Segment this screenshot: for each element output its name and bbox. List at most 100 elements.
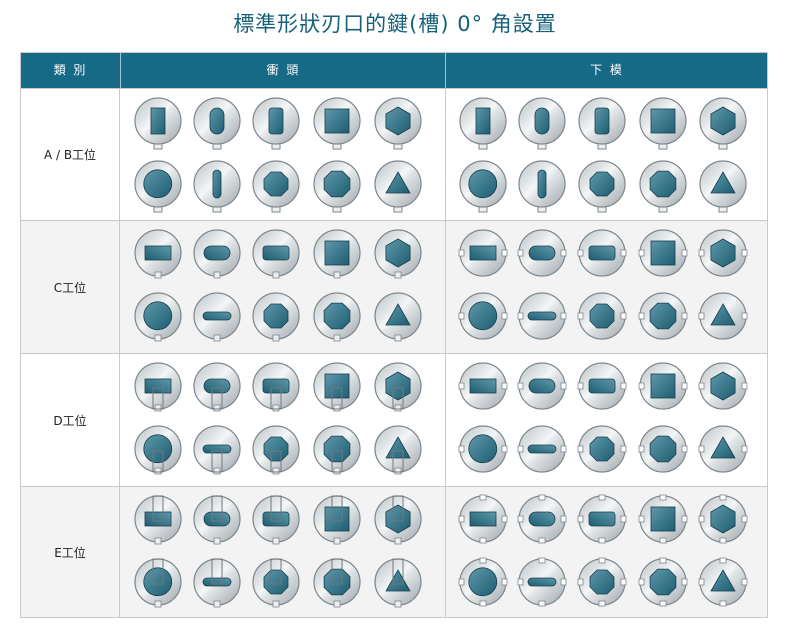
tool-punch bbox=[193, 292, 241, 342]
tool-shape-round-flat bbox=[468, 434, 498, 464]
tool-shape-rounded-rect bbox=[268, 107, 284, 135]
tool-punch bbox=[374, 160, 422, 213]
tool-punch bbox=[134, 229, 182, 279]
tool-die bbox=[577, 557, 627, 607]
tool-shape-square bbox=[324, 108, 350, 134]
tool-shape-rect bbox=[469, 378, 497, 394]
tool-shape-octagon bbox=[323, 435, 351, 463]
tool-punch bbox=[252, 558, 300, 608]
tool-shape-round-flat bbox=[143, 169, 173, 199]
tool-die bbox=[458, 292, 508, 340]
tool-punch bbox=[193, 362, 241, 412]
tool-shape-rounded-rect bbox=[262, 378, 290, 394]
tool-die bbox=[578, 160, 626, 213]
tool-shape-rounded-rect bbox=[262, 511, 290, 527]
tool-shape-rounded-rect bbox=[594, 107, 610, 135]
tool-shape-obround bbox=[528, 378, 556, 394]
tool-die bbox=[517, 362, 567, 410]
tool-punch bbox=[313, 97, 361, 150]
tool-die bbox=[459, 160, 507, 213]
tool-shape-rect bbox=[150, 107, 166, 135]
tool-shape-slot bbox=[202, 311, 232, 321]
tool-shape-square bbox=[650, 240, 676, 266]
tool-shape-slot bbox=[202, 577, 232, 587]
tool-punch bbox=[252, 97, 300, 150]
tool-die bbox=[577, 292, 627, 340]
tool-shape-round-flat bbox=[143, 301, 173, 331]
tool-punch bbox=[134, 97, 182, 150]
tool-shape-rounded-rect bbox=[262, 245, 290, 261]
tool-shape-octagon-small bbox=[263, 569, 289, 595]
tool-die bbox=[517, 425, 567, 473]
tool-punch bbox=[134, 558, 182, 608]
tool-die bbox=[638, 425, 688, 473]
tool-shape-square bbox=[324, 240, 350, 266]
tool-die bbox=[459, 97, 507, 150]
tool-shape-slot bbox=[527, 444, 557, 454]
tool-shape-rect bbox=[475, 107, 491, 135]
tool-shape-square bbox=[650, 373, 676, 399]
tool-shape-slot bbox=[202, 444, 232, 454]
tool-punch bbox=[252, 160, 300, 213]
tool-shape-octagon-small bbox=[263, 303, 289, 329]
tool-punch bbox=[374, 558, 422, 608]
tool-shape-rounded-rect bbox=[588, 378, 616, 394]
tool-shape-octagon bbox=[649, 302, 677, 330]
tool-die bbox=[698, 292, 748, 340]
tool-shape-rect bbox=[469, 245, 497, 261]
tool-punch bbox=[252, 425, 300, 475]
tool-die bbox=[638, 362, 688, 410]
tool-punch bbox=[134, 362, 182, 412]
tool-die bbox=[517, 557, 567, 607]
tool-die bbox=[638, 494, 688, 544]
tool-die bbox=[699, 160, 747, 213]
tool-punch bbox=[252, 495, 300, 545]
tool-punch bbox=[374, 97, 422, 150]
tool-shape-octagon bbox=[649, 435, 677, 463]
tool-die bbox=[638, 229, 688, 277]
tool-die bbox=[698, 557, 748, 607]
tool-punch bbox=[134, 160, 182, 213]
tool-shape-octagon bbox=[323, 170, 351, 198]
tool-shape-octagon bbox=[323, 302, 351, 330]
tool-die bbox=[577, 229, 627, 277]
tool-punch bbox=[193, 425, 241, 475]
tool-shape-octagon bbox=[323, 568, 351, 596]
tool-punch bbox=[134, 425, 182, 475]
tool-punch bbox=[313, 495, 361, 545]
tool-die bbox=[698, 425, 748, 473]
tool-shape-slot bbox=[537, 169, 547, 199]
tool-die bbox=[517, 292, 567, 340]
tool-punch bbox=[313, 229, 361, 279]
tool-die bbox=[458, 362, 508, 410]
tool-shape-octagon-small bbox=[589, 569, 615, 595]
tool-punch bbox=[252, 229, 300, 279]
tool-punch bbox=[313, 558, 361, 608]
tool-punch bbox=[313, 160, 361, 213]
tool-punch bbox=[374, 229, 422, 279]
tool-shape-octagon-small bbox=[589, 171, 615, 197]
tool-shape-round-flat bbox=[468, 567, 498, 597]
tool-die bbox=[518, 97, 566, 150]
tool-shape-rect bbox=[144, 245, 172, 261]
tool-shape-obround bbox=[203, 378, 231, 394]
tool-shape-slot bbox=[212, 169, 222, 199]
tool-punch bbox=[193, 97, 241, 150]
tool-punch bbox=[193, 229, 241, 279]
tool-die bbox=[698, 362, 748, 410]
tool-die bbox=[517, 229, 567, 277]
tool-diagrams bbox=[134, 97, 748, 608]
tool-shape-octagon-small bbox=[589, 303, 615, 329]
tool-shape-slot bbox=[527, 577, 557, 587]
tool-shape-round-flat bbox=[143, 567, 173, 597]
tool-die bbox=[458, 229, 508, 277]
tool-punch bbox=[374, 495, 422, 545]
tool-shape-rect bbox=[469, 511, 497, 527]
tool-punch bbox=[313, 425, 361, 475]
tool-die bbox=[577, 425, 627, 473]
tool-shape-rounded-rect bbox=[588, 245, 616, 261]
tool-shape-round-flat bbox=[468, 169, 498, 199]
tool-shape-octagon-small bbox=[263, 436, 289, 462]
tool-punch bbox=[193, 495, 241, 545]
tool-die bbox=[698, 229, 748, 277]
